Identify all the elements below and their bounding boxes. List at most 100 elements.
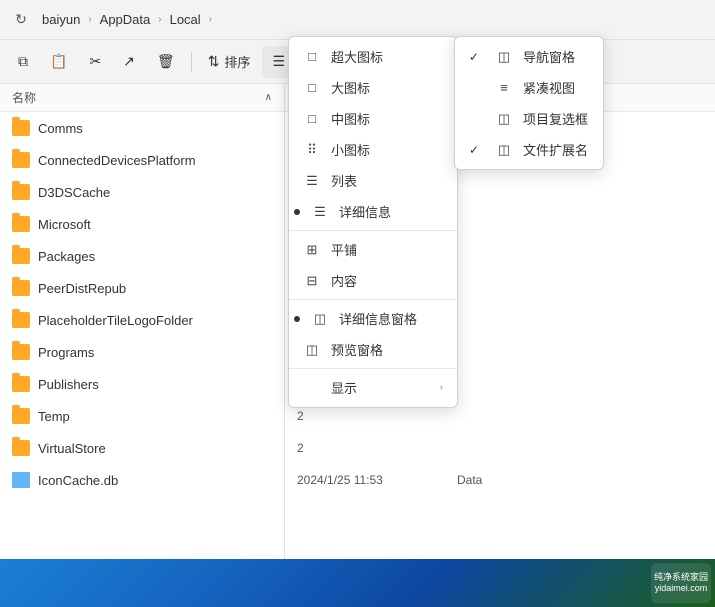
- file-name: PlaceholderTileLogoFolder: [38, 313, 193, 328]
- menu-item-label: 超大图标: [331, 47, 443, 66]
- paste-button[interactable]: 📋: [40, 46, 77, 78]
- tiles-option[interactable]: ⊞ 平铺: [289, 234, 457, 265]
- delete-button[interactable]: 🗑: [147, 46, 185, 78]
- checkboxes-icon: ◫: [495, 110, 513, 128]
- small-icon-option[interactable]: ⠿ 小图标: [289, 134, 457, 165]
- sort-icon: ⇅: [208, 53, 220, 70]
- file-list: 名称 ∧ Comms ConnectedDevicesPlatform D3DS…: [0, 84, 285, 607]
- breadcrumb-item[interactable]: baiyun: [38, 10, 84, 29]
- medium-icon: □: [303, 110, 321, 128]
- sort-direction-icon: ∧: [265, 92, 272, 103]
- list-icon: ☰: [303, 172, 321, 190]
- refresh-icon[interactable]: ↻: [12, 11, 30, 29]
- share-icon: ↗: [123, 53, 135, 70]
- menu-item-label: 小图标: [331, 140, 443, 159]
- folder-icon: [12, 184, 30, 200]
- medium-icon-option[interactable]: □ 中图标: [289, 103, 457, 134]
- list-item[interactable]: Microsoft: [0, 208, 284, 240]
- menu-item-label: 文件扩展名: [523, 140, 589, 159]
- folder-icon: [12, 152, 30, 168]
- breadcrumb-chevron: ›: [209, 14, 212, 25]
- list-item[interactable]: PeerDistRepub: [0, 272, 284, 304]
- extra-large-icon-option[interactable]: □ 超大图标: [289, 41, 457, 72]
- display-option[interactable]: 显示 ›: [289, 372, 457, 403]
- list-item[interactable]: Programs: [0, 336, 284, 368]
- item-date: 2: [297, 409, 437, 423]
- list-item[interactable]: PlaceholderTileLogoFolder: [0, 304, 284, 336]
- breadcrumb-item[interactable]: Local: [166, 10, 205, 29]
- menu-divider: [289, 368, 457, 369]
- folder-icon: [12, 280, 30, 296]
- extensions-icon: ◫: [495, 141, 513, 159]
- display-icon: [303, 379, 321, 397]
- list-item[interactable]: VirtualStore: [0, 432, 284, 464]
- display-submenu: ✓ ◫ 导航窗格 ✓ ≡ 紧凑视图 ✓ ◫ 项目复选框 ✓ ◫ 文件扩展名: [454, 36, 604, 170]
- menu-item-label: 平铺: [331, 240, 443, 259]
- extra-large-icon: □: [303, 48, 321, 66]
- compact-view-option[interactable]: ✓ ≡ 紧凑视图: [455, 72, 603, 103]
- menu-item-label: 项目复选框: [523, 109, 589, 128]
- list-item[interactable]: Packages: [0, 240, 284, 272]
- list-item[interactable]: ConnectedDevicesPlatform: [0, 144, 284, 176]
- content-icon: ⊟: [303, 272, 321, 290]
- share-button[interactable]: ↗: [113, 46, 145, 78]
- cut-button[interactable]: ✂: [79, 46, 111, 78]
- file-list-header: 名称 ∧: [0, 84, 284, 112]
- menu-item-label: 显示: [331, 378, 430, 397]
- folder-icon: [12, 344, 30, 360]
- file-name: Programs: [38, 345, 94, 360]
- file-name: IconCache.db: [38, 473, 118, 488]
- breadcrumb: baiyun › AppData › Local ›: [38, 10, 212, 29]
- content-option[interactable]: ⊟ 内容: [289, 265, 457, 296]
- extensions-option[interactable]: ✓ ◫ 文件扩展名: [455, 134, 603, 165]
- copy-button[interactable]: ⧉: [8, 46, 38, 78]
- details-pane-icon: ◫: [311, 310, 329, 328]
- name-column-header: 名称: [12, 89, 263, 106]
- file-name: Packages: [38, 249, 95, 264]
- badge-text: 纯净系统家园 yidaimei.com: [651, 572, 711, 594]
- menu-item-label: 详细信息: [339, 202, 443, 221]
- delete-icon: 🗑: [157, 53, 175, 70]
- check-icon: ✓: [469, 112, 485, 126]
- nav-pane-option[interactable]: ✓ ◫ 导航窗格: [455, 41, 603, 72]
- compact-icon: ≡: [495, 79, 513, 97]
- list-item[interactable]: Temp: [0, 400, 284, 432]
- checkboxes-option[interactable]: ✓ ◫ 项目复选框: [455, 103, 603, 134]
- view-menu: □ 超大图标 □ 大图标 □ 中图标 ⠿ 小图标 ☰ 列表 ☰ 详细信息 ⊞ 平…: [288, 36, 458, 408]
- check-icon: ✓: [469, 50, 485, 64]
- list-item[interactable]: 2: [285, 432, 715, 464]
- menu-item-label: 紧凑视图: [523, 78, 589, 97]
- folder-icon: [12, 248, 30, 264]
- taskbar: 纯净系统家园 yidaimei.com: [0, 559, 715, 607]
- sort-button[interactable]: ⇅ 排序: [198, 46, 261, 78]
- menu-divider: [289, 299, 457, 300]
- file-name: VirtualStore: [38, 441, 106, 456]
- menu-item-label: 内容: [331, 271, 443, 290]
- breadcrumb-item[interactable]: AppData: [96, 10, 155, 29]
- breadcrumb-chevron: ›: [88, 14, 91, 25]
- folder-icon: [12, 216, 30, 232]
- folder-icon: [12, 376, 30, 392]
- details-option[interactable]: ☰ 详细信息: [289, 196, 457, 227]
- breadcrumb-chevron: ›: [158, 14, 161, 25]
- view-icon: ☰: [272, 53, 285, 70]
- list-item[interactable]: D3DSCache: [0, 176, 284, 208]
- large-icon: □: [303, 79, 321, 97]
- folder-icon: [12, 408, 30, 424]
- item-date: 2024/1/25 11:53: [297, 473, 437, 487]
- preview-pane-option[interactable]: ◫ 预览窗格: [289, 334, 457, 365]
- list-option[interactable]: ☰ 列表: [289, 165, 457, 196]
- folder-icon: [12, 440, 30, 456]
- list-item[interactable]: IconCache.db: [0, 464, 284, 496]
- nav-pane-icon: ◫: [495, 48, 513, 66]
- list-item[interactable]: 2024/1/25 11:53 Data: [285, 464, 715, 496]
- selected-dot: [294, 209, 300, 215]
- list-item[interactable]: Publishers: [0, 368, 284, 400]
- item-type: Data: [457, 473, 537, 487]
- details-pane-option[interactable]: ◫ 详细信息窗格: [289, 303, 457, 334]
- large-icon-option[interactable]: □ 大图标: [289, 72, 457, 103]
- list-item[interactable]: Comms: [0, 112, 284, 144]
- file-name: Comms: [38, 121, 83, 136]
- cut-icon: ✂: [89, 53, 101, 70]
- menu-item-label: 导航窗格: [523, 47, 589, 66]
